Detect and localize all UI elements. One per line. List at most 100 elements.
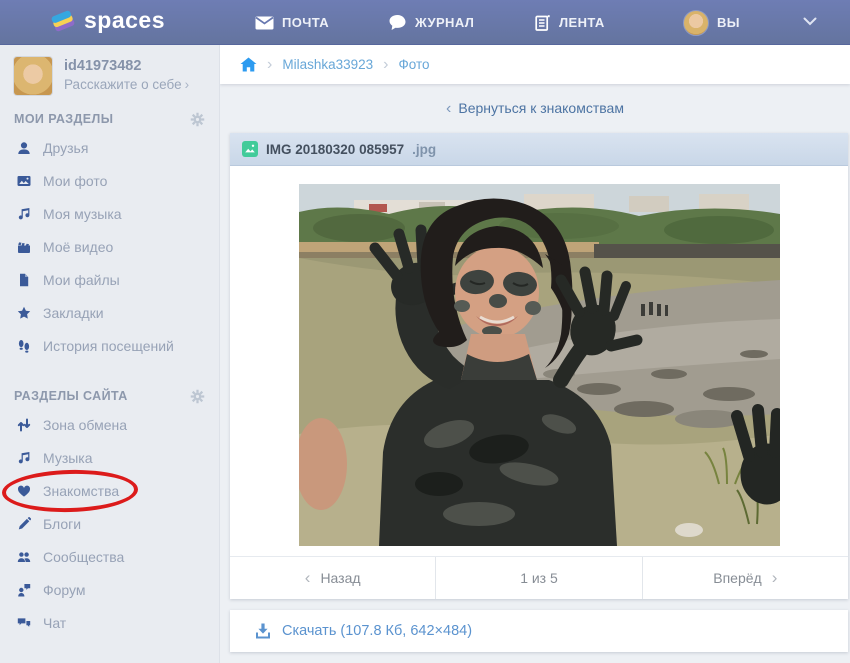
top-header: spaces ПОЧТА ЖУРНАЛ ЛЕНТА (0, 0, 850, 45)
sidebar-item-label: Зона обмена (43, 417, 127, 433)
sidebar-item-label: Друзья (43, 140, 88, 156)
gear-icon[interactable] (190, 112, 205, 127)
section-title-label: РАЗДЕЛЫ САЙТА (14, 389, 128, 403)
sidebar-item-my-music[interactable]: Моя музыка (0, 197, 219, 230)
breadcrumb-separator: › (383, 56, 388, 74)
sidebar-item-label: Мои файлы (43, 272, 120, 288)
breadcrumb-section-link[interactable]: Фото (398, 57, 429, 72)
photo-panel: IMG 20180320 085957 .jpg (230, 133, 848, 599)
spaces-logo[interactable]: spaces (50, 7, 165, 34)
next-button[interactable]: Вперёд › (643, 557, 848, 599)
main-content: › Milashka33923 › Фото ‹ Вернуться к знак… (220, 45, 850, 663)
section-title-label: МОИ РАЗДЕЛЫ (14, 112, 113, 126)
nav-mail-label: ПОЧТА (282, 15, 329, 30)
chevron-down-icon[interactable] (803, 17, 817, 26)
sidebar-item-chat[interactable]: Чат (0, 606, 219, 639)
sidebar-item-music[interactable]: Музыка (0, 441, 219, 474)
download-icon (254, 622, 272, 640)
sidebar-item-label: Блоги (43, 516, 81, 532)
sidebar-item-label: Форум (43, 582, 86, 598)
chevron-left-icon: ‹ (446, 100, 451, 117)
nav-journal-label: ЖУРНАЛ (415, 15, 474, 30)
photo-extension: .jpg (412, 142, 436, 157)
sidebar-profile[interactable]: id41973482 Расскажите о себе› (14, 57, 209, 101)
chevron-left-icon: ‹ (305, 568, 311, 588)
sidebar-item-my-photos[interactable]: Мои фото (0, 164, 219, 197)
file-icon (16, 273, 31, 287)
spaces-logo-icon (50, 8, 76, 34)
music-icon (16, 207, 31, 221)
nav-you-label: ВЫ (717, 15, 740, 30)
sidebar-item-my-files[interactable]: Мои файлы (0, 263, 219, 296)
photo-image (299, 184, 780, 546)
sidebar-item-label: Сообщества (43, 549, 124, 565)
sidebar-item-label: Моё видео (43, 239, 113, 255)
breadcrumb-user-link[interactable]: Milashka33923 (282, 57, 373, 72)
breadcrumb: › Milashka33923 › Фото (220, 45, 850, 84)
section-title-site-sections: РАЗДЕЛЫ САЙТА (14, 386, 205, 406)
photo-panel-body (230, 166, 848, 556)
speech-bubble-icon (388, 14, 407, 31)
pen-icon (16, 517, 31, 531)
download-link[interactable]: Скачать (107.8 Кб, 642×484) (282, 623, 472, 639)
nav-feed-label: ЛЕНТА (559, 15, 605, 30)
pager-position-label: 1 из 5 (520, 570, 558, 586)
exchange-icon (16, 418, 31, 432)
nav-mail[interactable]: ПОЧТА (255, 0, 329, 45)
sidebar-item-visit-history[interactable]: История посещений (0, 329, 219, 362)
prev-label: Назад (320, 570, 360, 586)
back-to-dating-link[interactable]: ‹ Вернуться к знакомствам (446, 100, 624, 118)
sidebar-item-communities[interactable]: Сообщества (0, 540, 219, 573)
home-icon[interactable] (240, 57, 257, 72)
next-label: Вперёд (713, 570, 761, 586)
photos-icon (16, 174, 31, 188)
breadcrumb-separator: › (267, 56, 272, 74)
gear-icon[interactable] (190, 389, 205, 404)
back-row: ‹ Вернуться к знакомствам (220, 84, 850, 133)
sidebar-item-forum[interactable]: Форум (0, 573, 219, 606)
profile-id: id41973482 (64, 58, 189, 74)
sidebar: id41973482 Расскажите о себе› МОИ РАЗДЕЛ… (0, 45, 220, 663)
nav-you[interactable]: ВЫ (683, 0, 740, 45)
heart-icon (16, 484, 31, 498)
prev-button[interactable]: ‹ Назад (230, 557, 435, 599)
nav-feed[interactable]: ЛЕНТА (533, 0, 605, 45)
user-avatar (683, 10, 709, 36)
profile-texts: id41973482 Расскажите о себе› (64, 57, 189, 101)
sidebar-item-label: Мои фото (43, 173, 107, 189)
sidebar-item-label: Моя музыка (43, 206, 122, 222)
forum-icon (16, 583, 31, 597)
photo-filename: IMG 20180320 085957 (266, 142, 404, 157)
chevron-right-icon: › (185, 77, 190, 92)
sidebar-item-blogs[interactable]: Блоги (0, 507, 219, 540)
sidebar-item-friends[interactable]: Друзья (0, 131, 219, 164)
sidebar-item-dating[interactable]: Знакомства (0, 474, 219, 507)
photo-pager: ‹ Назад 1 из 5 Вперёд › (230, 556, 848, 599)
profile-about-label: Расскажите о себе (64, 77, 182, 92)
photo-panel-header: IMG 20180320 085957 .jpg (230, 133, 848, 166)
sidebar-item-my-video[interactable]: Моё видео (0, 230, 219, 263)
nav-journal[interactable]: ЖУРНАЛ (388, 0, 474, 45)
profile-about: Расскажите о себе› (64, 77, 189, 92)
sidebar-item-label: История посещений (43, 338, 174, 354)
image-file-icon (242, 141, 258, 157)
sidebar-item-bookmarks[interactable]: Закладки (0, 296, 219, 329)
footprints-icon (16, 339, 31, 353)
sidebar-item-label: Знакомства (43, 483, 119, 499)
music-icon (16, 451, 31, 465)
feed-icon (533, 14, 551, 32)
section-title-my-sections: МОИ РАЗДЕЛЫ (14, 109, 205, 129)
sidebar-item-label: Музыка (43, 450, 93, 466)
pager-position: 1 из 5 (435, 557, 642, 599)
chevron-right-icon: › (772, 568, 778, 588)
sidebar-item-label: Чат (43, 615, 66, 631)
video-icon (16, 240, 31, 254)
back-link-label: Вернуться к знакомствам (458, 100, 624, 116)
chat-icon (16, 616, 31, 630)
mail-icon (255, 16, 274, 30)
download-bar: Скачать (107.8 Кб, 642×484) (230, 610, 848, 652)
profile-avatar (14, 57, 52, 95)
user-icon (16, 141, 31, 155)
sidebar-item-exchange-zone[interactable]: Зона обмена (0, 408, 219, 441)
spaces-logo-text: spaces (84, 7, 165, 34)
